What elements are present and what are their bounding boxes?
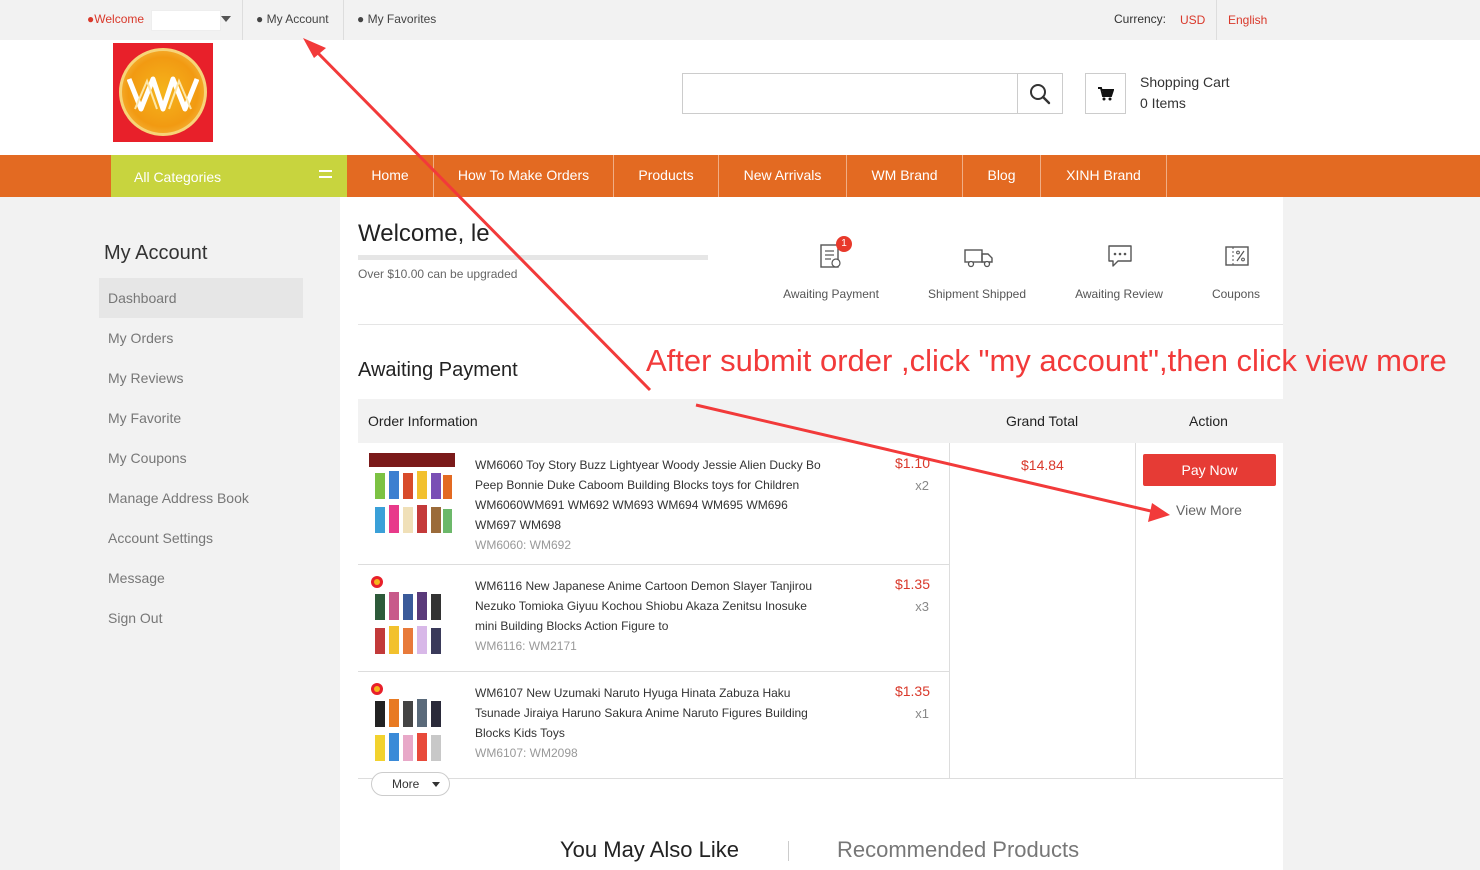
product-name[interactable]: WM6116 New Japanese Anime Cartoon Demon … (475, 576, 830, 656)
cart-icon (1097, 86, 1114, 100)
caret-down-icon (432, 782, 440, 787)
product-price: $1.10 (894, 455, 930, 471)
upgrade-note: Over $10.00 can be upgraded (358, 267, 518, 281)
status-coupons[interactable]: Coupons (1207, 242, 1265, 301)
status-awaiting-payment[interactable]: 1 Awaiting Payment (783, 236, 879, 301)
sidebar-item-my-coupons[interactable]: My Coupons (99, 438, 303, 478)
pay-now-button[interactable]: Pay Now (1143, 454, 1276, 486)
nav-xinh-brand[interactable]: XINH Brand (1041, 155, 1167, 197)
menu-icon (319, 170, 332, 182)
status-label: Coupons (1211, 287, 1261, 301)
logo-mark-icon (127, 76, 199, 112)
product-sku: WM6107: WM2098 (475, 746, 578, 760)
site-logo[interactable] (113, 43, 213, 142)
nav-wm-brand[interactable]: WM Brand (847, 155, 963, 197)
status-badge: 1 (836, 236, 852, 252)
col-order-information: Order Information (368, 413, 478, 429)
product-thumbnail[interactable] (369, 453, 455, 539)
divider (242, 0, 243, 40)
product-name[interactable]: WM6107 New Uzumaki Naruto Hyuga Hinata Z… (475, 683, 830, 763)
divider (1216, 0, 1217, 40)
sidebar-item-my-favorite[interactable]: My Favorite (99, 398, 303, 438)
product-sku: WM6116: WM2171 (475, 639, 577, 653)
currency-label: Currency: (1114, 12, 1167, 26)
account-sidebar: My Account Dashboard My Orders My Review… (83, 219, 319, 663)
nav-blog[interactable]: Blog (963, 155, 1041, 197)
search-box (682, 73, 1063, 114)
col-grand-total: Grand Total (1006, 413, 1079, 429)
search-button[interactable] (1017, 74, 1062, 113)
order-item: WM6116 New Japanese Anime Cartoon Demon … (358, 564, 950, 671)
chat-bubble-icon (1108, 245, 1132, 267)
sidebar-item-sign-out[interactable]: Sign Out (99, 598, 303, 638)
user-dropdown[interactable] (151, 10, 221, 31)
search-input[interactable] (683, 74, 1017, 113)
account-content: Welcome, le Over $10.00 can be upgraded … (340, 197, 1283, 870)
search-icon (1030, 83, 1051, 104)
product-quantity: x1 (915, 706, 929, 721)
all-categories-button[interactable]: All Categories (111, 155, 347, 197)
sidebar-item-address-book[interactable]: Manage Address Book (99, 478, 303, 518)
more-button[interactable]: More (371, 772, 450, 796)
welcome-text: ●Welcome (87, 12, 145, 26)
sidebar-item-dashboard[interactable]: Dashboard (99, 278, 303, 318)
welcome-heading: Welcome, le (358, 220, 490, 247)
view-more-link[interactable]: View More (1176, 502, 1242, 518)
orders-table-header: Order Information Grand Total Action (358, 399, 1283, 443)
sidebar-item-message[interactable]: Message (99, 558, 303, 598)
site-header: Shopping Cart 0 Items (0, 40, 1480, 155)
tutorial-annotation: After submit order ,click "my account",t… (646, 343, 1447, 378)
tab-you-may-also-like[interactable]: You May Also Like (560, 837, 739, 863)
divider (788, 841, 789, 861)
cart-button[interactable] (1085, 73, 1126, 114)
caret-down-icon[interactable] (221, 16, 231, 22)
status-label: Shipment Shipped (927, 287, 1027, 301)
cart-title[interactable]: Shopping Cart (1140, 74, 1230, 90)
section-title: Awaiting Payment (358, 359, 518, 381)
sidebar-item-my-orders[interactable]: My Orders (99, 318, 303, 358)
col-action: Action (1189, 413, 1228, 429)
product-price: $1.35 (894, 683, 930, 699)
language-selector[interactable]: English (1228, 13, 1267, 27)
truck-icon (964, 249, 993, 268)
cart-item-count[interactable]: 0 Items (1140, 95, 1186, 111)
sidebar-item-my-reviews[interactable]: My Reviews (99, 358, 303, 398)
status-label: Awaiting Payment (783, 287, 879, 301)
status-awaiting-review[interactable]: Awaiting Review (1072, 242, 1166, 301)
my-favorites-link[interactable]: ● My Favorites (357, 12, 436, 26)
main-nav: All Categories Home How To Make Orders P… (0, 155, 1480, 197)
nav-home[interactable]: Home (347, 155, 434, 197)
sidebar-item-account-settings[interactable]: Account Settings (99, 518, 303, 558)
nav-how-to-make-orders[interactable]: How To Make Orders (434, 155, 614, 197)
divider (1135, 443, 1136, 779)
product-quantity: x2 (915, 478, 929, 493)
all-categories-label: All Categories (134, 169, 222, 185)
divider (343, 0, 344, 40)
my-account-link[interactable]: ● My Account (256, 12, 329, 26)
coupon-icon (1225, 246, 1249, 266)
product-price: $1.35 (894, 576, 930, 592)
product-thumbnail[interactable] (369, 681, 455, 767)
product-thumbnail[interactable] (369, 574, 455, 660)
product-name[interactable]: WM6060 Toy Story Buzz Lightyear Woody Je… (475, 455, 830, 555)
level-progress-bar (358, 255, 708, 260)
status-label: Awaiting Review (1075, 287, 1163, 301)
product-sku: WM6060: WM692 (475, 538, 572, 552)
grand-total: $14.84 (1021, 457, 1064, 473)
more-label: More (392, 777, 420, 791)
top-bar: ●Welcome ● My Account ● My Favorites Cur… (0, 0, 1480, 40)
product-quantity: x3 (915, 599, 929, 614)
sidebar-title: My Account (104, 242, 208, 264)
status-shipment-shipped[interactable]: Shipment Shipped (925, 242, 1029, 301)
nav-new-arrivals[interactable]: New Arrivals (719, 155, 847, 197)
order-item: WM6060 Toy Story Buzz Lightyear Woody Je… (358, 443, 950, 564)
nav-products[interactable]: Products (614, 155, 719, 197)
currency-selector[interactable]: USD (1180, 13, 1205, 27)
divider (358, 324, 1283, 325)
order-item: WM6107 New Uzumaki Naruto Hyuga Hinata Z… (358, 671, 950, 779)
tab-recommended-products[interactable]: Recommended Products (837, 837, 1079, 863)
